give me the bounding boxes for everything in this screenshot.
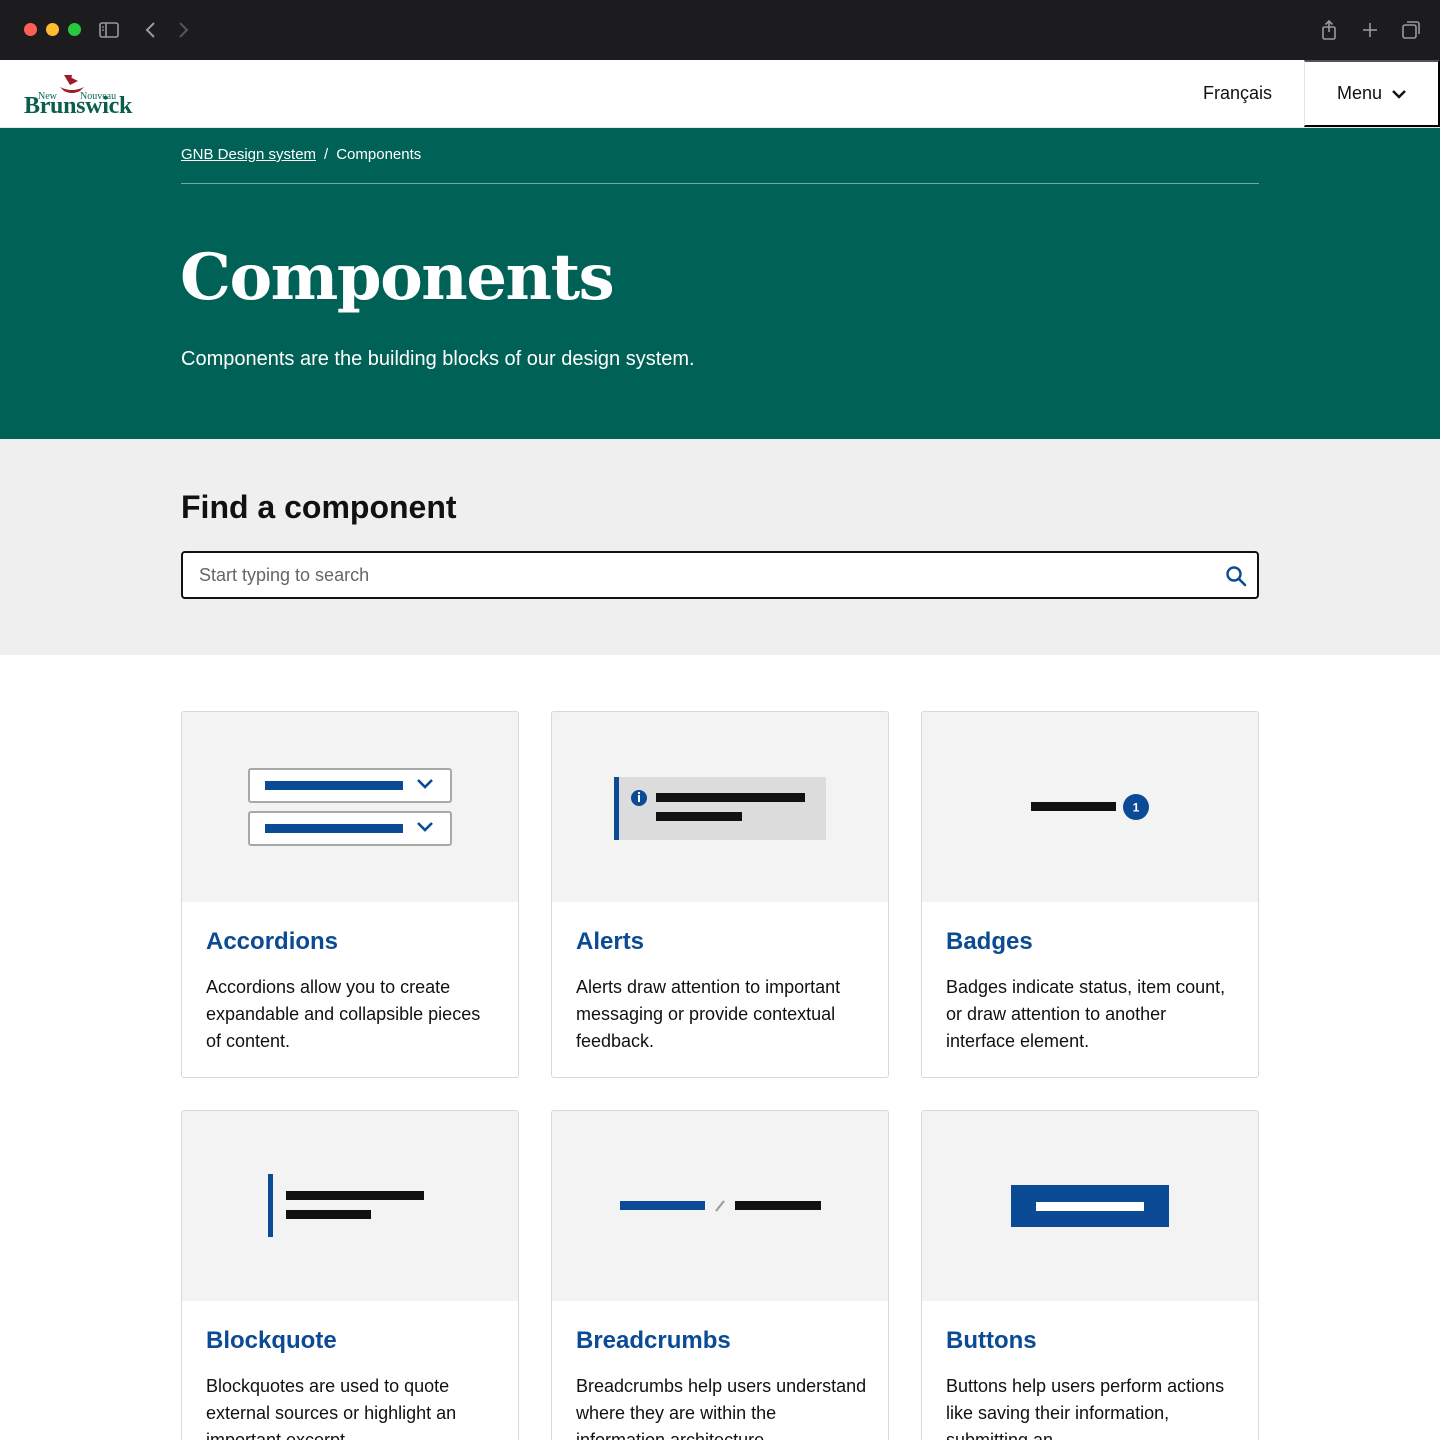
new-tab-icon[interactable] [1358,18,1382,42]
card-title-blockquote[interactable]: Blockquote [206,1327,337,1355]
card-title-buttons[interactable]: Buttons [946,1327,1037,1355]
chevron-down-icon [1392,89,1406,99]
gnb-logo[interactable]: New Nouveau Brunswick [22,73,138,119]
menu-button-label: Menu [1337,83,1383,103]
component-card-buttons[interactable]: Buttons Buttons help users perform actio… [921,1110,1259,1440]
component-card-breadcrumbs[interactable]: Breadcrumbs Breadcrumbs help users under… [551,1110,889,1440]
component-card-badges[interactable]: 1 Badges Badges indicate status, item co… [921,711,1259,1078]
search-icon[interactable] [1225,565,1247,587]
share-icon[interactable] [1317,18,1341,42]
search-input[interactable] [183,553,1183,597]
search-heading: Find a component [181,489,457,525]
card-title-breadcrumbs[interactable]: Breadcrumbs [576,1327,731,1355]
buttons-illustration [922,1111,1258,1301]
logo-text-brunswick: Brunswick [24,93,132,119]
card-description-blockquote: Blockquotes are used to quote external s… [206,1376,457,1440]
minimize-window-button[interactable] [46,23,59,36]
hero-banner: GNB Design system / Components Components … [0,128,1440,439]
site-header: New Nouveau Brunswick Français Menu [0,60,1440,128]
accordions-illustration [182,712,518,902]
card-title-badges[interactable]: Badges [946,928,1033,956]
card-title-accordions[interactable]: Accordions [206,928,338,956]
alerts-illustration [552,712,888,902]
breadcrumb-home-link[interactable]: GNB Design system [181,146,316,163]
page-lead: Components are the building blocks of ou… [181,348,695,370]
badges-illustration: 1 [922,712,1258,902]
card-description-buttons: Buttons help users perform actions like … [946,1376,1225,1440]
card-description-breadcrumbs: Breadcrumbs help users understand where … [576,1376,867,1440]
forward-icon[interactable] [171,18,195,42]
card-description-badges: Badges indicate status, item count, or d… [946,977,1226,1051]
component-card-blockquote[interactable]: Blockquote Blockquotes are used to quote… [181,1110,519,1440]
page-title: Components [180,240,615,315]
component-card-accordions[interactable]: Accordions Accordions allow you to creat… [181,711,519,1078]
card-title-alerts[interactable]: Alerts [576,928,644,956]
browser-toolbar [0,0,1440,60]
breadcrumb-current: Components [336,146,422,163]
component-card-alerts[interactable]: Alerts Alerts draw attention to importan… [551,711,889,1078]
zoom-window-button[interactable] [68,23,81,36]
tab-overview-icon[interactable] [1399,18,1423,42]
search-section: Find a component [0,439,1440,655]
card-description-accordions: Accordions allow you to create expandabl… [206,977,481,1051]
sidebar-toggle-icon[interactable] [97,18,121,42]
language-toggle-link[interactable]: Français [1203,83,1272,104]
back-icon[interactable] [139,18,163,42]
breadcrumb: GNB Design system / Components [181,146,1259,184]
close-window-button[interactable] [24,23,37,36]
menu-button[interactable]: Menu [1304,60,1440,127]
blockquote-illustration [182,1111,518,1301]
breadcrumb-separator: / [324,146,329,163]
badge-count: 1 [1133,801,1140,815]
search-box [181,551,1259,599]
card-description-alerts: Alerts draw attention to important messa… [576,977,841,1051]
breadcrumbs-illustration [552,1111,888,1301]
